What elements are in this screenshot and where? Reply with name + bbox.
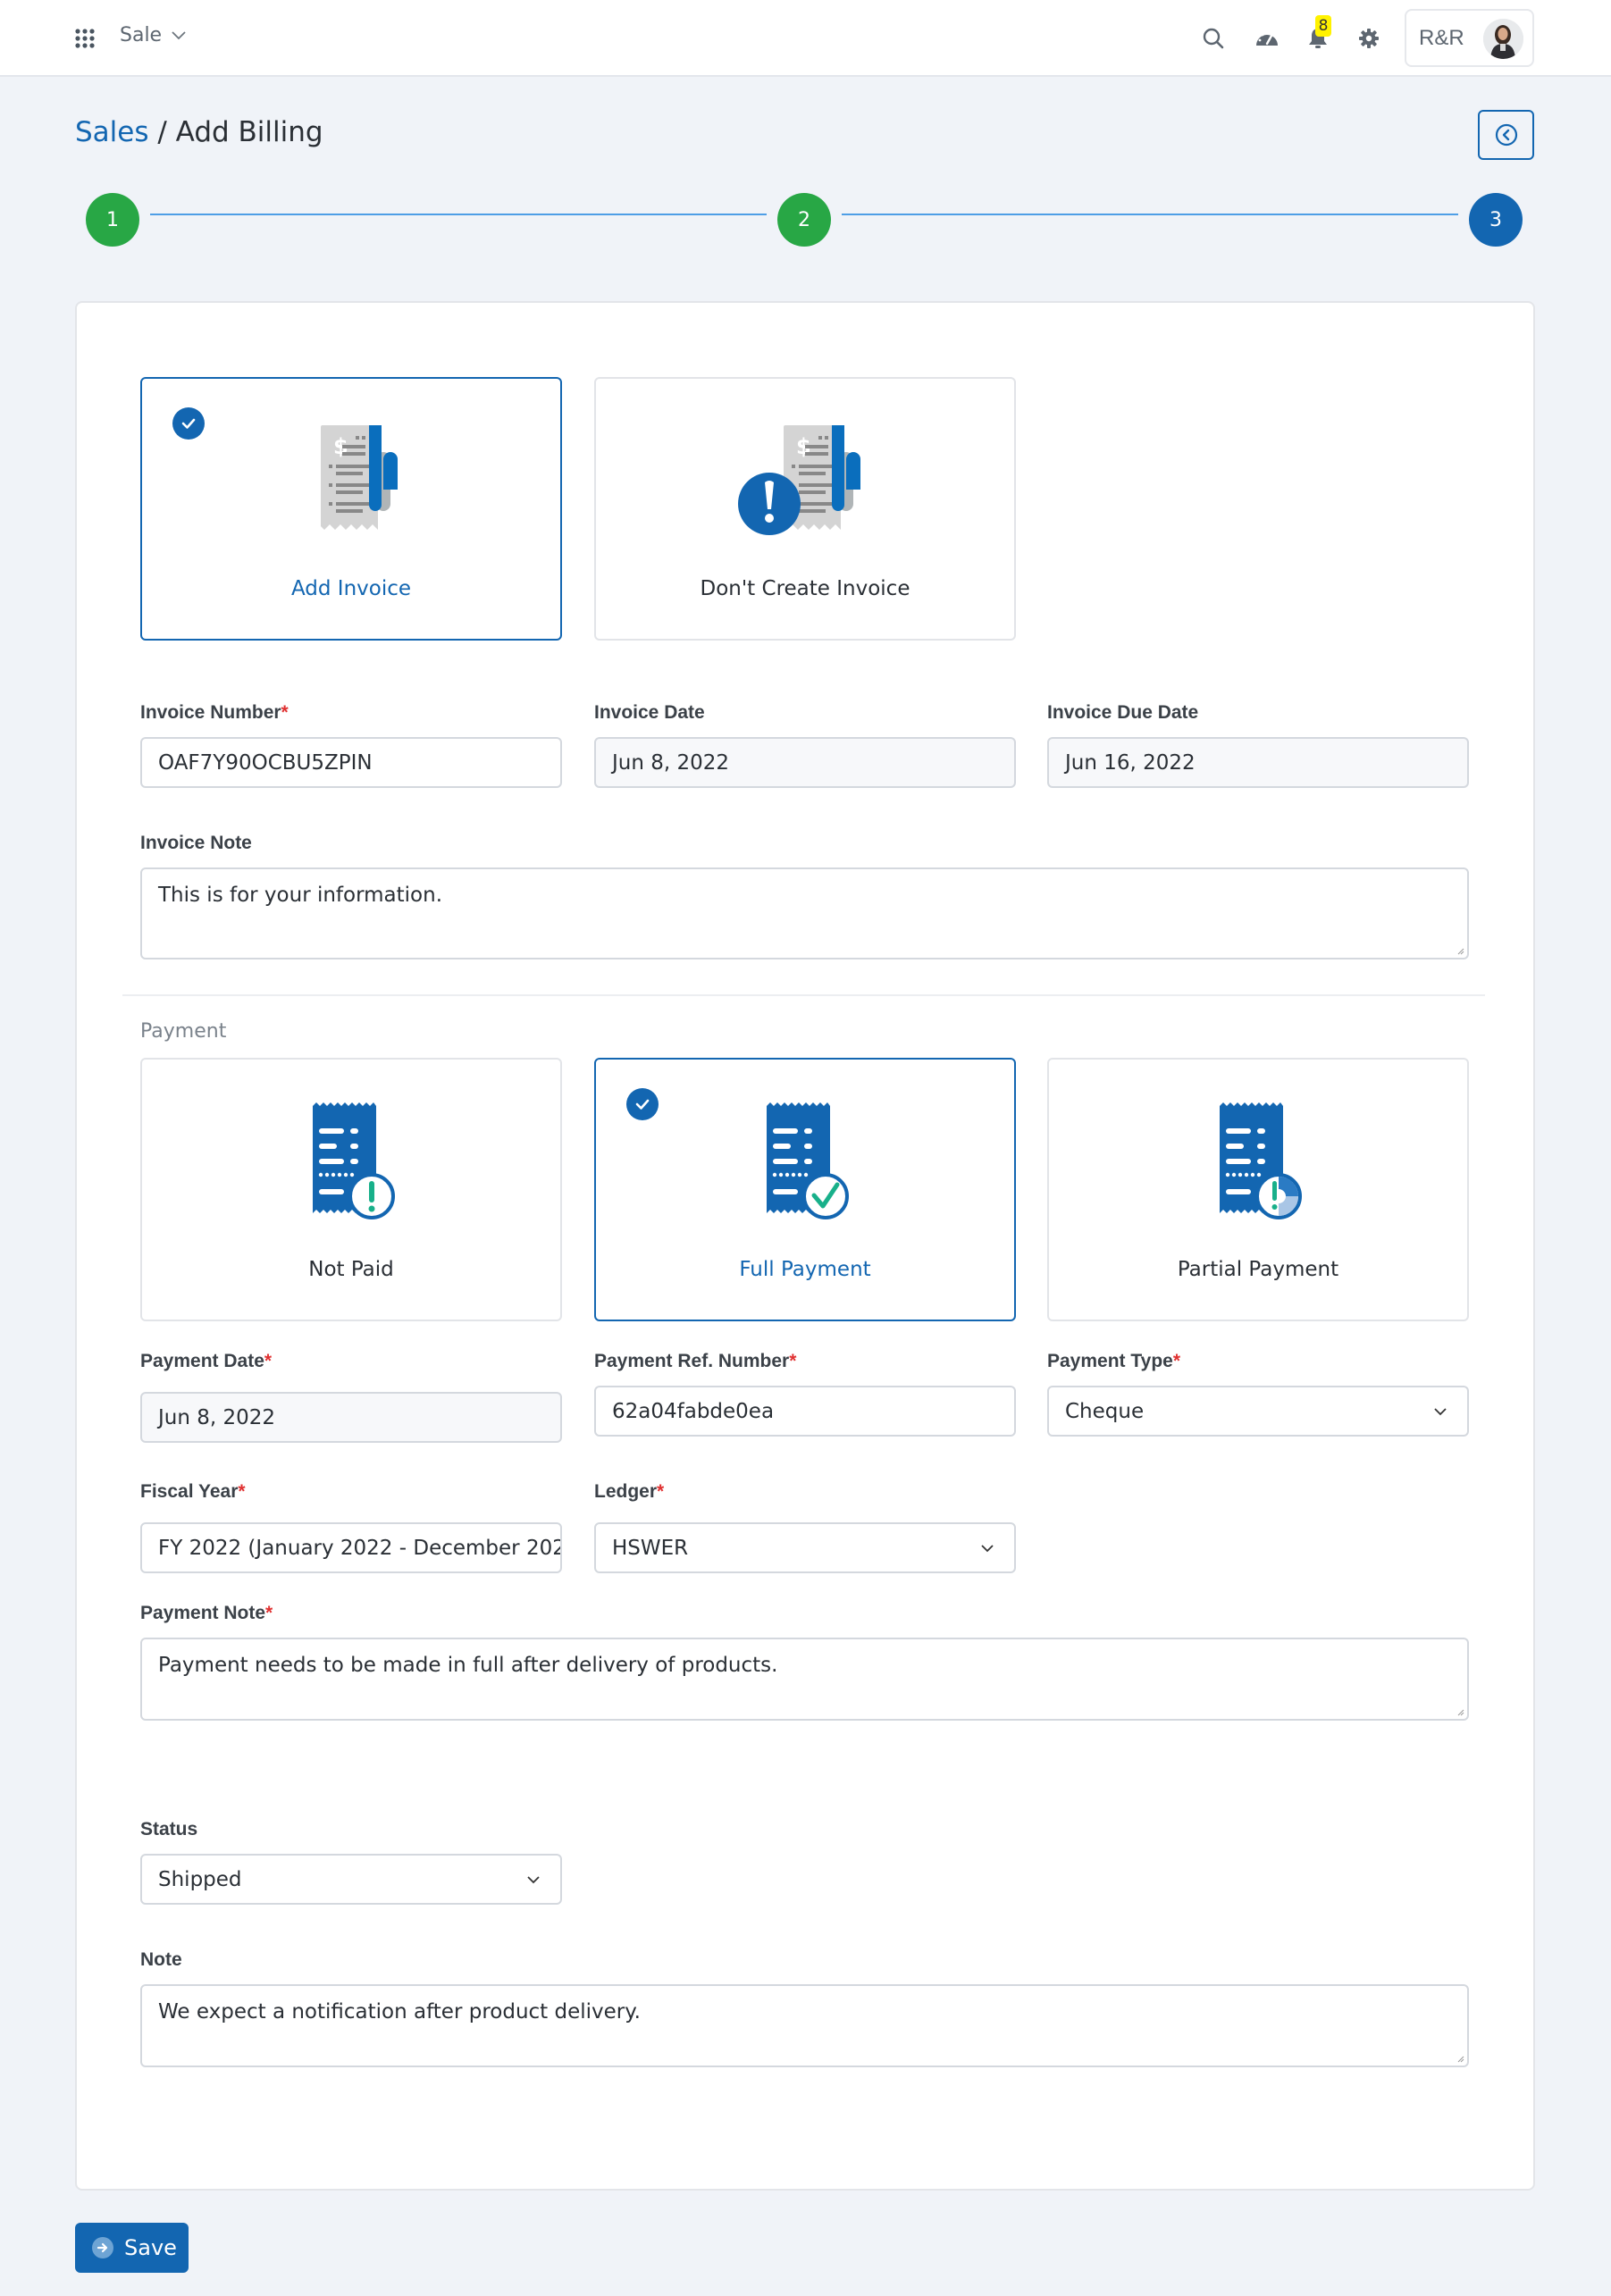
payment-date-input[interactable]: Jun 8, 2022	[140, 1392, 562, 1443]
chevron-left-circle-icon	[1495, 123, 1517, 147]
fiscal-year-value: FY 2022 (January 2022 - December 2022)	[158, 1536, 562, 1560]
required-marker: *	[238, 1481, 246, 1502]
option-label: Add Invoice	[290, 577, 412, 600]
avatar	[1483, 19, 1523, 59]
save-label: Save	[124, 2235, 177, 2260]
user-label: R&R	[1419, 25, 1464, 50]
invoice-due-date-input[interactable]: Jun 16, 2022	[1047, 737, 1469, 788]
settings-gear-icon[interactable]	[1355, 25, 1382, 52]
invoice-warning-icon: $	[734, 418, 877, 547]
payment-type-value: Cheque	[1065, 1399, 1145, 1423]
payment-note-textarea[interactable]: Payment needs to be made in full after d…	[140, 1638, 1469, 1721]
breadcrumb: Sales / Add Billing	[75, 116, 323, 148]
chevron-down-icon	[172, 30, 186, 39]
section-divider	[122, 994, 1485, 996]
payment-ref-label: Payment Ref. Number*	[594, 1351, 797, 1371]
resize-grip-icon[interactable]	[1456, 1707, 1464, 1716]
option-full-payment[interactable]: Full Payment	[594, 1058, 1016, 1321]
step-2[interactable]: 2	[777, 193, 831, 247]
selected-check-icon	[626, 1088, 659, 1120]
ledger-label: Ledger*	[594, 1481, 665, 1502]
chevron-down-icon	[1434, 1407, 1447, 1415]
notification-count-badge: 8	[1315, 15, 1331, 37]
invoice-note-textarea[interactable]: This is for your information.	[140, 867, 1469, 959]
breadcrumb-sales-link[interactable]: Sales	[75, 116, 149, 148]
payment-note-text: Payment needs to be made in full after d…	[158, 1654, 778, 1677]
step-1[interactable]: 1	[86, 193, 139, 247]
required-marker: *	[264, 1351, 273, 1371]
required-marker: *	[265, 1603, 273, 1623]
ledger-value: HSWER	[612, 1536, 689, 1560]
page-title: Add Billing	[175, 116, 323, 148]
step-3[interactable]: 3	[1469, 193, 1523, 247]
payment-type-select[interactable]: Cheque	[1047, 1386, 1469, 1437]
invoice-date-label: Invoice Date	[594, 702, 705, 723]
payment-note-label: Payment Note*	[140, 1603, 273, 1623]
stepper-connector	[150, 214, 767, 215]
chevron-down-icon	[981, 1544, 994, 1552]
invoice-note-label: Invoice Note	[140, 833, 252, 853]
module-switcher[interactable]: Sale	[120, 24, 187, 46]
breadcrumb-separator: /	[148, 116, 176, 148]
app-grid-icon[interactable]	[74, 28, 96, 49]
required-marker: *	[1172, 1351, 1181, 1371]
save-button[interactable]: Save	[75, 2223, 189, 2273]
option-not-paid[interactable]: Not Paid	[140, 1058, 562, 1321]
fiscal-year-select[interactable]: FY 2022 (January 2022 - December 2022)	[140, 1522, 562, 1573]
status-label: Status	[140, 1819, 198, 1839]
required-marker: *	[657, 1481, 665, 1502]
required-marker: *	[281, 702, 289, 723]
option-add-invoice[interactable]: $ Add Invoice	[140, 377, 562, 641]
payment-type-label: Payment Type*	[1047, 1351, 1181, 1371]
resize-grip-icon[interactable]	[1456, 2054, 1464, 2063]
receipt-paid-icon	[743, 1099, 868, 1228]
top-navbar: Sale 8 R&R	[0, 0, 1611, 77]
stepper-connector	[842, 214, 1458, 215]
invoice-due-date-label: Invoice Due Date	[1047, 702, 1199, 723]
invoice-note-text: This is for your information.	[158, 884, 443, 907]
status-value: Shipped	[158, 1867, 242, 1891]
search-icon[interactable]	[1200, 25, 1227, 52]
option-label: Full Payment	[739, 1258, 871, 1281]
payment-date-label: Payment Date*	[140, 1351, 273, 1371]
required-marker: *	[789, 1351, 797, 1371]
module-label: Sale	[120, 24, 163, 46]
payment-section-title: Payment	[140, 1020, 227, 1043]
invoice-number-label: Invoice Number*	[140, 702, 289, 723]
option-dont-create-invoice[interactable]: $ Don't Create Invoice	[594, 377, 1016, 641]
note-text: We expect a notification after product d…	[158, 2000, 641, 2024]
status-select[interactable]: Shipped	[140, 1854, 562, 1905]
option-label: Not Paid	[308, 1258, 394, 1281]
option-label: Partial Payment	[1177, 1258, 1339, 1281]
note-textarea[interactable]: We expect a notification after product d…	[140, 1984, 1469, 2067]
chevron-down-icon	[527, 1875, 540, 1883]
selected-check-icon	[172, 407, 205, 440]
user-menu[interactable]: R&R	[1405, 9, 1534, 67]
payment-ref-input[interactable]: 62a04fabde0ea	[594, 1386, 1016, 1437]
invoice-date-input[interactable]: Jun 8, 2022	[594, 737, 1016, 788]
invoice-number-input[interactable]: OAF7Y90OCBU5ZPIN	[140, 737, 562, 788]
arrow-right-circle-icon	[92, 2237, 113, 2258]
note-label: Note	[140, 1949, 182, 1970]
resize-grip-icon[interactable]	[1456, 946, 1464, 955]
option-label: Don't Create Invoice	[700, 577, 910, 600]
invoice-receipt-icon: $	[289, 418, 414, 547]
receipt-not-paid-icon	[289, 1099, 414, 1228]
option-partial-payment[interactable]: Partial Payment	[1047, 1058, 1469, 1321]
back-button[interactable]	[1478, 110, 1534, 160]
dashboard-gauge-icon[interactable]	[1254, 25, 1280, 52]
receipt-partial-icon	[1196, 1099, 1321, 1228]
fiscal-year-label: Fiscal Year*	[140, 1481, 246, 1502]
ledger-select[interactable]: HSWER	[594, 1522, 1016, 1573]
